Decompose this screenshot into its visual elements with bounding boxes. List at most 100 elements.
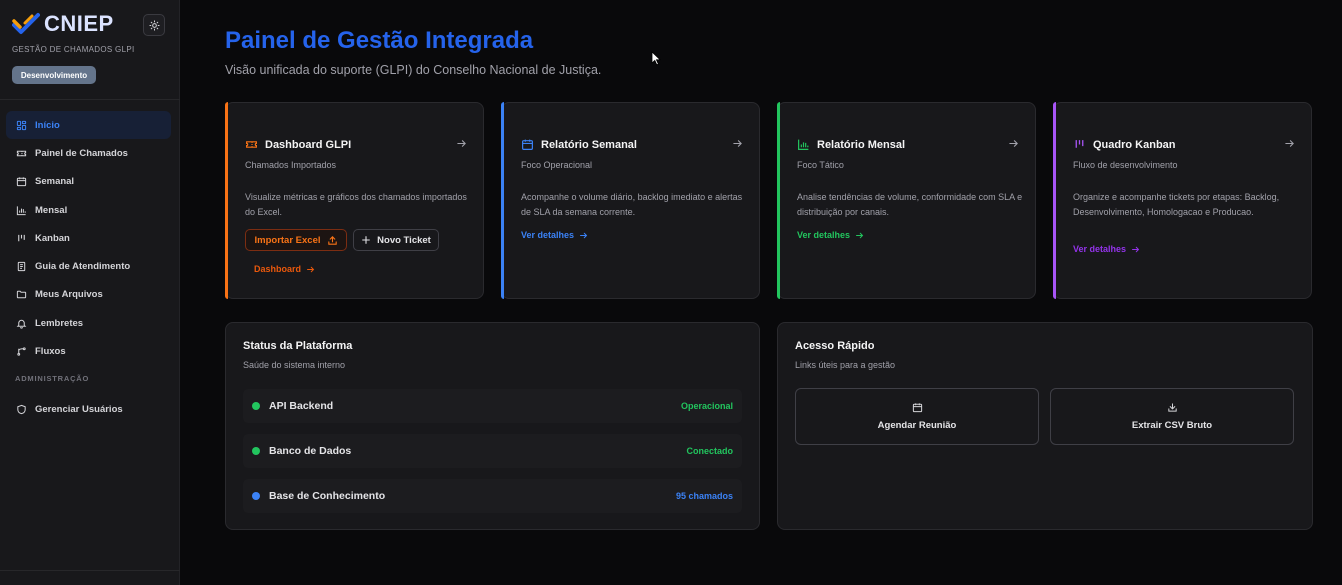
card-header[interactable]: Dashboard GLPI <box>245 138 467 151</box>
grid-icon <box>16 120 27 130</box>
download-icon <box>1167 403 1177 412</box>
sidebar-item-fluxos[interactable]: Fluxos <box>6 337 171 365</box>
brand-name: CNIEP <box>44 11 114 36</box>
kanban-icon <box>1075 140 1084 148</box>
sidebar-item-label: Mensal <box>35 204 68 216</box>
panel-title: Acesso Rápido <box>795 340 875 352</box>
status-dot <box>252 492 260 500</box>
card-link-label: Dashboard <box>254 264 302 274</box>
card-description: Organize e acompanhe tickets por etapas:… <box>1073 192 1280 217</box>
sidebar: CNIEP GESTÃO DE CHAMADOS GLPI Desenvolvi… <box>0 0 180 585</box>
details-link[interactable]: Ver detalhes <box>797 230 864 240</box>
card-header[interactable]: Relatório Mensal <box>797 138 1019 151</box>
divider <box>0 99 180 100</box>
card-description: Analise tendências de volume, conformida… <box>797 192 1023 217</box>
card-subtitle: Fluxo de desenvolvimento <box>1073 160 1178 170</box>
folder-icon <box>16 291 27 299</box>
card-title: Relatório Mensal <box>817 138 906 151</box>
sidebar-item-guia-de-atendimento[interactable]: Guia de Atendimento <box>6 252 171 280</box>
calendar-icon <box>912 403 922 413</box>
kanban-icon <box>18 234 25 242</box>
sidebar-item-semanal[interactable]: Semanal <box>6 168 171 196</box>
sidebar-item-lembretes[interactable]: Lembretes <box>6 309 171 337</box>
arrow-right-icon[interactable] <box>1008 138 1019 149</box>
status-value: Conectado <box>686 446 733 456</box>
new-ticket-label: Novo Ticket <box>377 234 431 246</box>
details-link[interactable]: Ver detalhes <box>521 230 588 240</box>
quick-access-panel: Acesso Rápido Links úteis para a gestão … <box>777 322 1313 530</box>
sidebar-item-meus-arquivos[interactable]: Meus Arquivos <box>6 281 171 309</box>
sidebar-item-label: Meus Arquivos <box>35 289 103 301</box>
panel-title: Status da Plataforma <box>243 340 353 352</box>
ticket-icon <box>16 150 27 157</box>
sidebar-item-label: Lembretes <box>35 317 84 329</box>
bell-icon <box>16 319 27 329</box>
admin-section-label: ADMINISTRAÇÃO <box>15 374 90 384</box>
brand-logo[interactable]: CNIEP <box>12 12 114 36</box>
card-accent-bar <box>501 102 504 299</box>
card-subtitle: Chamados Importados <box>245 160 337 170</box>
card-accent-bar <box>225 102 228 299</box>
status-dot <box>252 447 260 455</box>
environment-badge: Desenvolvimento <box>12 66 96 84</box>
sidebar-item-mensal[interactable]: Mensal <box>6 196 171 224</box>
sidebar-item-label: Gerenciar Usuários <box>35 404 123 416</box>
divider <box>0 570 180 571</box>
status-dot <box>252 402 260 410</box>
card-header[interactable]: Quadro Kanban <box>1073 138 1295 151</box>
sidebar-item-label: Kanban <box>35 232 70 244</box>
sidebar-item-label: Semanal <box>35 176 75 188</box>
card-subtitle: Foco Operacional <box>521 160 593 170</box>
bar-chart-icon <box>798 139 809 150</box>
card-dashboard-glpi: Dashboard GLPI Chamados Importados Visua… <box>225 102 484 299</box>
card-title: Relatório Semanal <box>541 138 637 151</box>
sidebar-item-kanban[interactable]: Kanban <box>6 224 171 252</box>
plus-icon <box>362 236 371 244</box>
panel-subtitle: Links úteis para a gestão <box>795 360 896 370</box>
arrow-right-icon <box>856 232 864 238</box>
arrow-right-icon[interactable] <box>732 138 743 149</box>
arrow-right-icon <box>307 266 315 272</box>
import-excel-label: Importar Excel <box>254 234 321 246</box>
sidebar-item-painel-de-chamados[interactable]: Painel de Chamados <box>6 139 171 167</box>
status-value: 95 chamados <box>675 491 733 501</box>
card-link-label: Ver detalhes <box>797 230 851 240</box>
check-logo-icon <box>12 13 40 34</box>
details-link[interactable]: Ver detalhes <box>1073 244 1140 254</box>
card-description: Acompanhe o volume diário, backlog imedi… <box>521 192 743 217</box>
card-subtitle: Foco Tático <box>797 160 844 170</box>
upload-icon <box>327 235 337 245</box>
sidebar-nav: Início Painel de Chamados Semanal Mensal… <box>6 111 171 424</box>
card-quadro-kanban: Quadro Kanban Fluxo de desenvolvimento O… <box>1053 102 1312 299</box>
ticket-icon <box>246 141 257 148</box>
sidebar-item-label: Início <box>35 119 60 131</box>
sidebar-item-inicio[interactable]: Início <box>6 111 171 140</box>
sun-icon <box>148 19 160 31</box>
status-row-knowledge-base: Base de Conhecimento 95 chamados <box>243 479 742 513</box>
quick-button-label: Agendar Reunião <box>877 420 957 431</box>
book-icon <box>17 261 26 272</box>
arrow-right-icon <box>580 232 588 238</box>
page-subtitle: Visão unificada do suporte (GLPI) do Con… <box>225 63 602 77</box>
schedule-meeting-button[interactable]: Agendar Reunião <box>795 388 1039 445</box>
status-name: API Backend <box>269 400 334 412</box>
card-accent-bar <box>777 102 780 299</box>
platform-status-panel: Status da Plataforma Saúde do sistema in… <box>225 322 760 530</box>
theme-toggle-button[interactable] <box>143 14 165 36</box>
status-row-database: Banco de Dados Conectado <box>243 434 742 468</box>
panel-subtitle: Saúde do sistema interno <box>243 360 346 370</box>
quick-button-label: Extrair CSV Bruto <box>1131 420 1213 431</box>
card-title: Dashboard GLPI <box>265 138 352 151</box>
new-ticket-button[interactable]: Novo Ticket <box>353 229 439 251</box>
import-excel-button[interactable]: Importar Excel <box>245 229 347 251</box>
arrow-right-icon[interactable] <box>1284 138 1295 149</box>
card-relatorio-mensal: Relatório Mensal Foco Tático Analise ten… <box>777 102 1036 299</box>
arrow-right-icon[interactable] <box>456 138 467 149</box>
export-csv-button[interactable]: Extrair CSV Bruto <box>1050 388 1294 445</box>
sidebar-item-label: Guia de Atendimento <box>35 261 131 273</box>
page-title: Painel de Gestão Integrada <box>225 27 534 54</box>
shield-icon <box>17 405 26 415</box>
card-header[interactable]: Relatório Semanal <box>521 138 743 151</box>
dashboard-link[interactable]: Dashboard <box>254 264 315 274</box>
sidebar-item-gerenciar-usuarios[interactable]: Gerenciar Usuários <box>6 396 171 424</box>
